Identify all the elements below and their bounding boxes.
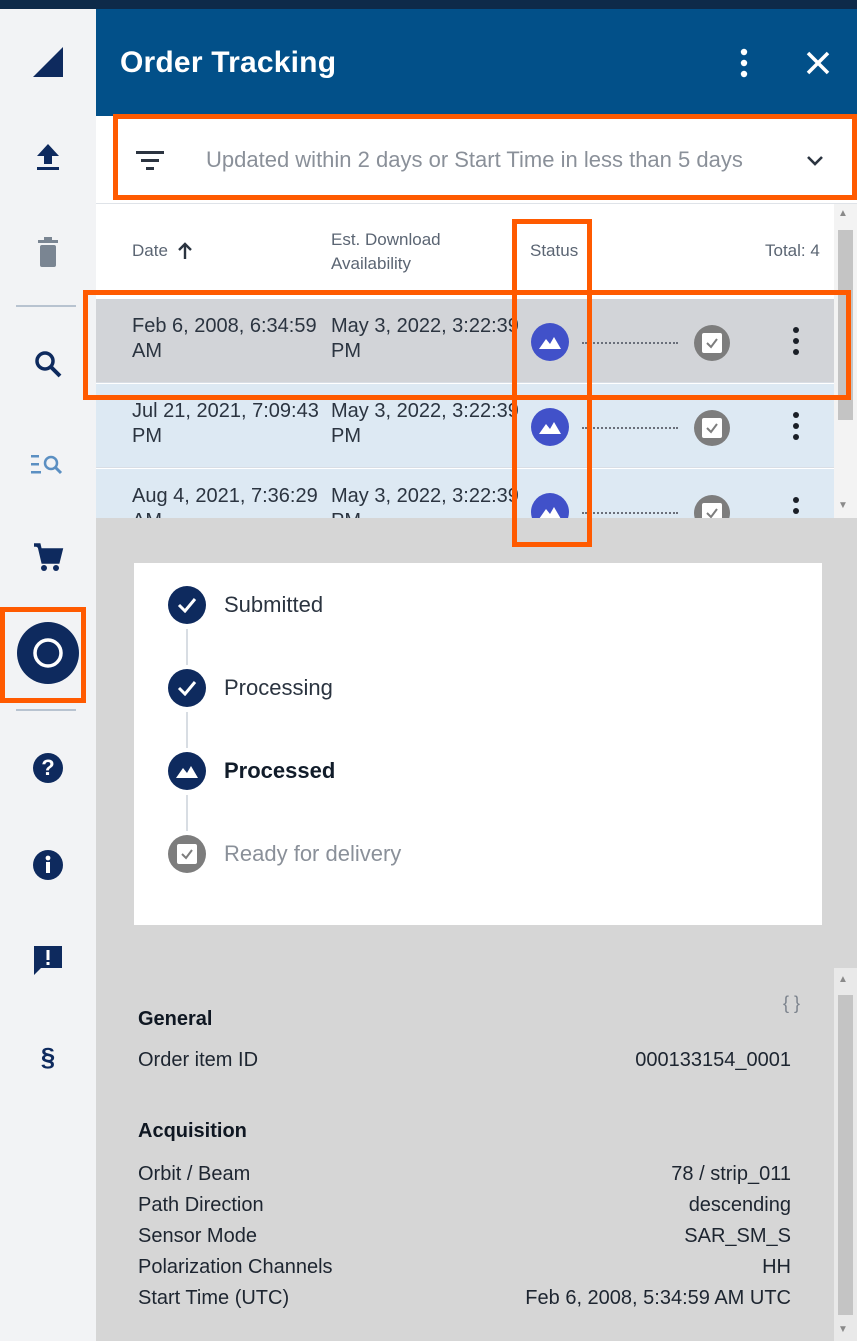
sort-ascending-icon (178, 242, 192, 259)
row-availability: May 3, 2022, 3:22:39PM (331, 315, 519, 362)
mountain-icon (531, 323, 569, 361)
sidebar-divider (16, 305, 76, 307)
list-search-icon[interactable] (0, 434, 96, 494)
checkbox-icon (168, 835, 206, 873)
check-icon (168, 586, 206, 624)
timeline-connector (186, 629, 188, 665)
checkbox-icon (694, 325, 730, 361)
chevron-down-icon[interactable] (806, 154, 824, 172)
row-availability: May 3, 2022, 3:22:39PM (331, 400, 519, 447)
timeline-step: Ready for delivery (168, 834, 401, 874)
mountain-icon (531, 493, 569, 518)
total-count: Total: 4 (765, 241, 820, 260)
mountain-icon (531, 408, 569, 446)
close-icon[interactable] (798, 41, 838, 85)
detail-value: 000133154_0001 (635, 1049, 791, 1071)
table-row[interactable]: Aug 4, 2021, 7:36:29AM May 3, 2022, 3:22… (96, 469, 834, 518)
row-availability: May 3, 2022, 3:22:39PM (331, 485, 519, 518)
row-date: Feb 6, 2008, 6:34:59 AM (132, 315, 317, 362)
timeline-step: Processed (168, 751, 335, 791)
table-row[interactable]: Jul 21, 2021, 7:09:43 PM May 3, 2022, 3:2… (96, 384, 834, 468)
detail-row: Order item ID 000133154_0001 (138, 1049, 791, 1072)
collapse-icon[interactable] (0, 32, 96, 92)
timeline-connector (186, 712, 188, 748)
timeline-step-label: Processed (224, 758, 336, 783)
timeline-step-label: Ready for delivery (224, 841, 402, 866)
detail-value: descending (688, 1194, 791, 1216)
table-row[interactable]: Feb 6, 2008, 6:34:59 AM May 3, 2022, 3:22… (96, 299, 834, 383)
row-more-icon[interactable] (786, 321, 806, 361)
detail-value: 78 / strip_011 (671, 1163, 791, 1185)
scroll-down-icon[interactable]: ▼ (838, 500, 848, 511)
panel-header: Order Tracking (96, 9, 857, 116)
column-header-date[interactable]: Date (132, 241, 192, 261)
detail-row: Path Direction descending (138, 1194, 791, 1217)
more-options-icon[interactable] (724, 41, 764, 85)
detail-row: Sensor Mode SAR_SM_S (138, 1225, 791, 1248)
detail-value: Feb 6, 2008, 5:34:59 AM UTC (525, 1287, 791, 1309)
row-more-icon[interactable] (786, 406, 806, 446)
status-timeline: Submitted Processing Processed Ready for… (134, 563, 822, 925)
status-progress-line (582, 427, 678, 429)
svg-text:§: § (41, 1042, 55, 1072)
checkbox-icon (694, 410, 730, 446)
checkbox-icon (694, 495, 730, 518)
cart-icon[interactable] (0, 527, 96, 587)
svg-text:?: ? (41, 755, 54, 780)
order-tracking-icon[interactable] (0, 622, 96, 684)
row-more-icon[interactable] (786, 491, 806, 518)
table-scrollbar-thumb[interactable] (838, 230, 853, 420)
detail-value: SAR_SM_S (684, 1225, 791, 1247)
general-section-title: General (138, 1008, 213, 1030)
detail-row: Polarization Channels HH (138, 1256, 791, 1279)
top-strip (0, 0, 857, 9)
status-progress-line (582, 512, 678, 514)
info-icon[interactable] (0, 835, 96, 895)
feedback-icon[interactable] (0, 930, 96, 990)
column-header-availability-line1: Est. Download (331, 230, 441, 249)
status-progress-line (582, 342, 678, 344)
filter-icon (136, 149, 164, 176)
scroll-down-icon[interactable]: ▼ (838, 1324, 848, 1335)
timeline-step: Submitted (168, 585, 323, 625)
mountain-icon (168, 752, 206, 790)
row-date: Aug 4, 2021, 7:36:29AM (132, 485, 318, 518)
upload-icon[interactable] (0, 127, 96, 187)
detail-label: Orbit / Beam (138, 1163, 251, 1185)
detail-label: Start Time (UTC) (138, 1287, 290, 1309)
column-header-date-label: Date (132, 241, 168, 260)
order-table: Date Est. Download Availability Status T… (96, 204, 834, 518)
detail-label: Order item ID (138, 1049, 259, 1071)
scroll-up-icon[interactable]: ▲ (838, 208, 848, 219)
trash-icon[interactable] (0, 223, 96, 283)
sidebar-divider (16, 709, 76, 711)
detail-row: Start Time (UTC) Feb 6, 2008, 5:34:59 AM… (138, 1287, 791, 1310)
legal-icon[interactable]: § (0, 1027, 96, 1087)
scroll-up-icon[interactable]: ▲ (838, 974, 848, 985)
column-header-status[interactable]: Status (530, 241, 578, 261)
detail-value: HH (762, 1256, 791, 1278)
detail-label: Sensor Mode (138, 1225, 257, 1247)
check-icon (168, 669, 206, 707)
json-view-icon[interactable]: { } (783, 993, 800, 1014)
row-date: Jul 21, 2021, 7:09:43 PM (132, 400, 319, 447)
help-icon[interactable]: ? (0, 738, 96, 798)
search-icon[interactable] (0, 334, 96, 394)
sidebar: ? § (0, 9, 96, 1341)
timeline-step-label: Submitted (224, 592, 324, 617)
timeline-connector (186, 795, 188, 831)
acquisition-section-title: Acquisition (138, 1120, 247, 1142)
panel-title: Order Tracking (120, 46, 337, 79)
detail-row: Orbit / Beam 78 / strip_011 (138, 1163, 791, 1186)
filter-summary: Updated within 2 days or Start Time in l… (206, 147, 743, 172)
timeline-step-label: Processing (224, 675, 333, 700)
column-header-availability[interactable]: Est. Download Availability (331, 228, 441, 276)
detail-label: Polarization Channels (138, 1256, 333, 1278)
timeline-step: Processing (168, 668, 333, 708)
column-header-availability-line2: Availability (331, 254, 412, 273)
detail-label: Path Direction (138, 1194, 264, 1216)
details-scrollbar-thumb[interactable] (838, 995, 853, 1315)
filter-bar[interactable]: Updated within 2 days or Start Time in l… (96, 116, 857, 204)
